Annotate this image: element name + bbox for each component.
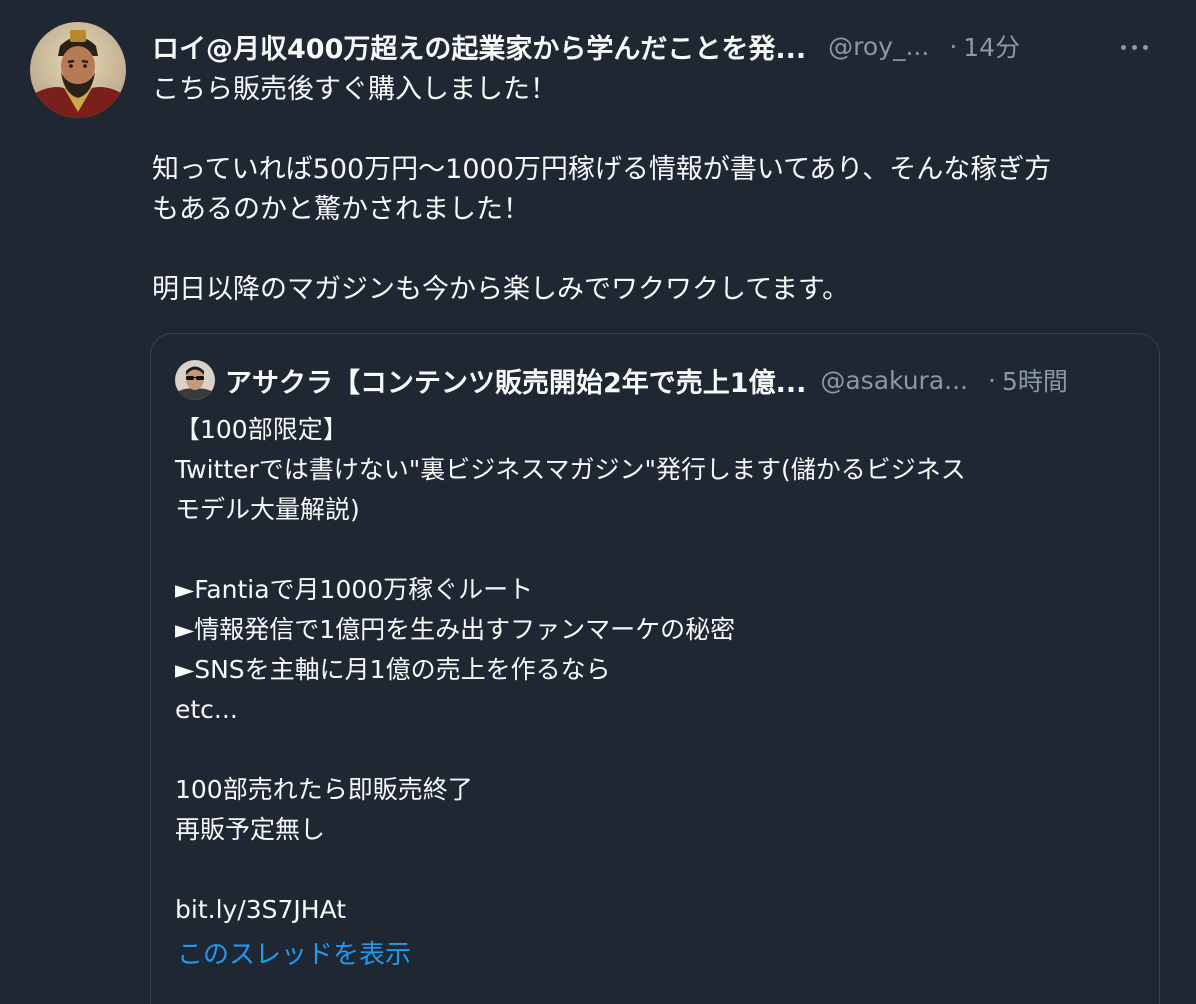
author-avatar[interactable] (30, 22, 126, 118)
separator-dot: · (949, 31, 958, 61)
quoted-author-avatar[interactable] (175, 360, 215, 400)
tweet-text-line: もあるのかと驚かされました！ (152, 194, 530, 225)
author-display-name[interactable]: ロイ@月収400万超えの起業家から学んだことを発... (152, 27, 806, 66)
tweet-text: こちら販売後すぐ購入しました！ 知っていれば500万円〜1000万円稼げる情報が… (152, 70, 1152, 310)
tweet-text-line: 明日以降のマガジンも今から楽しみでワクワクしてます。 (152, 274, 850, 305)
tweet-text-line: こちら販売後すぐ購入しました！ (152, 74, 557, 105)
separator-dot: · (988, 365, 996, 395)
author-handle[interactable]: @roy_... (828, 32, 929, 61)
quoted-author-handle[interactable]: @asakura... (820, 366, 968, 395)
quoted-text-line: ►Fantiaで月1000万稼ぐルート (175, 575, 534, 604)
quoted-link-text[interactable]: bit.ly/3S7JHAt (175, 890, 1135, 930)
tweet-text-line: 知っていれば500万円〜1000万円稼げる情報が書いてあり、そんな稼ぎ方 (152, 154, 1052, 185)
quoted-text-line: モデル大量解説) (175, 495, 360, 524)
more-icon[interactable] (1114, 32, 1154, 62)
quoted-tweet[interactable]: アサクラ【コンテンツ販売開始2年で売上1億... @asakura... · 5… (150, 333, 1160, 1004)
quoted-text-line: 【100部限定】 (175, 415, 348, 444)
quoted-text-line: ►情報発信で1億円を生み出すファンマーケの秘密 (175, 615, 736, 644)
quoted-text-line: Twitterでは書けない"裏ビジネスマガジン"発行します(儲かるビジネス (175, 455, 966, 484)
tweet-card[interactable]: ロイ@月収400万超えの起業家から学んだことを発... @roy_... · 1… (0, 0, 1196, 1004)
quoted-text-line: 再販予定無し (175, 815, 326, 844)
quoted-text-line: ►SNSを主軸に月1億の売上を作るなら (175, 655, 611, 684)
quoted-tweet-text: 【100部限定】 Twitterでは書けない"裏ビジネスマガジン"発行します(儲… (175, 410, 1135, 930)
quoted-author-display-name[interactable]: アサクラ【コンテンツ販売開始2年で売上1億... (225, 361, 806, 400)
quoted-tweet-header: アサクラ【コンテンツ販売開始2年で売上1億... @asakura... · 5… (225, 360, 1137, 400)
quoted-text-line: 100部売れたら即販売終了 (175, 775, 473, 804)
tweet-timestamp[interactable]: 14分 (963, 28, 1020, 64)
quoted-tweet-timestamp[interactable]: 5時間 (1002, 362, 1068, 398)
show-thread-link[interactable]: このスレッドを表示 (177, 934, 411, 971)
quoted-text-line: etc... (175, 695, 238, 724)
tweet-header: ロイ@月収400万超えの起業家から学んだことを発... @roy_... · 1… (152, 26, 1166, 66)
